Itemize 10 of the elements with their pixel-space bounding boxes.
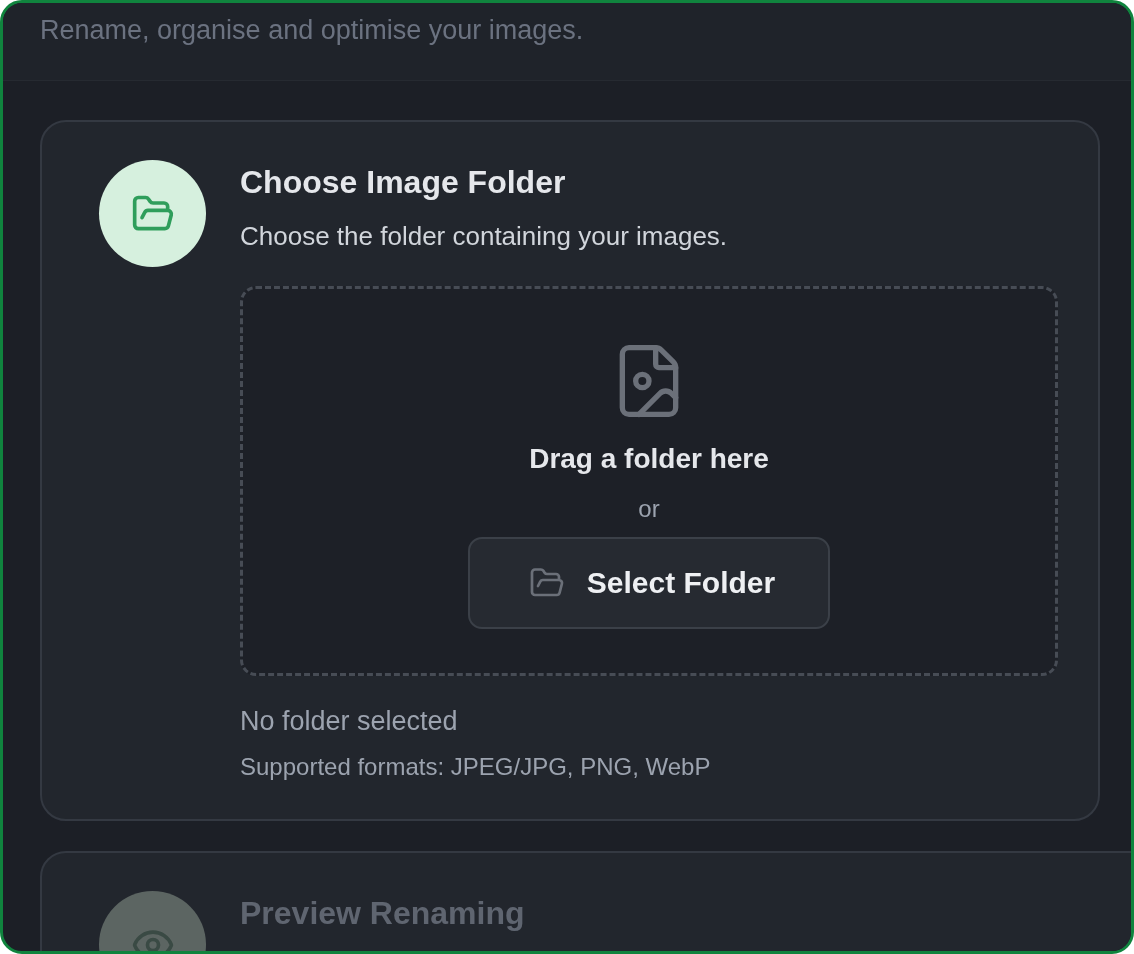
or-separator: or bbox=[638, 495, 660, 523]
drop-prompt: Drag a folder here bbox=[529, 443, 769, 475]
drop-zone[interactable]: Drag a folder here or Select Folder bbox=[240, 286, 1058, 676]
step-description: Choose the folder containing your images. bbox=[240, 221, 729, 252]
app-subtitle: Rename, organise and optimise your images. bbox=[40, 15, 585, 46]
select-folder-button[interactable]: Select Folder bbox=[468, 537, 830, 629]
step-title: Preview Renaming bbox=[240, 895, 526, 932]
supported-formats: Supported formats: JPEG/JPG, PNG, WebP bbox=[240, 753, 712, 781]
step-title: Choose Image Folder bbox=[240, 164, 567, 201]
folder-status: No folder selected bbox=[240, 706, 459, 737]
